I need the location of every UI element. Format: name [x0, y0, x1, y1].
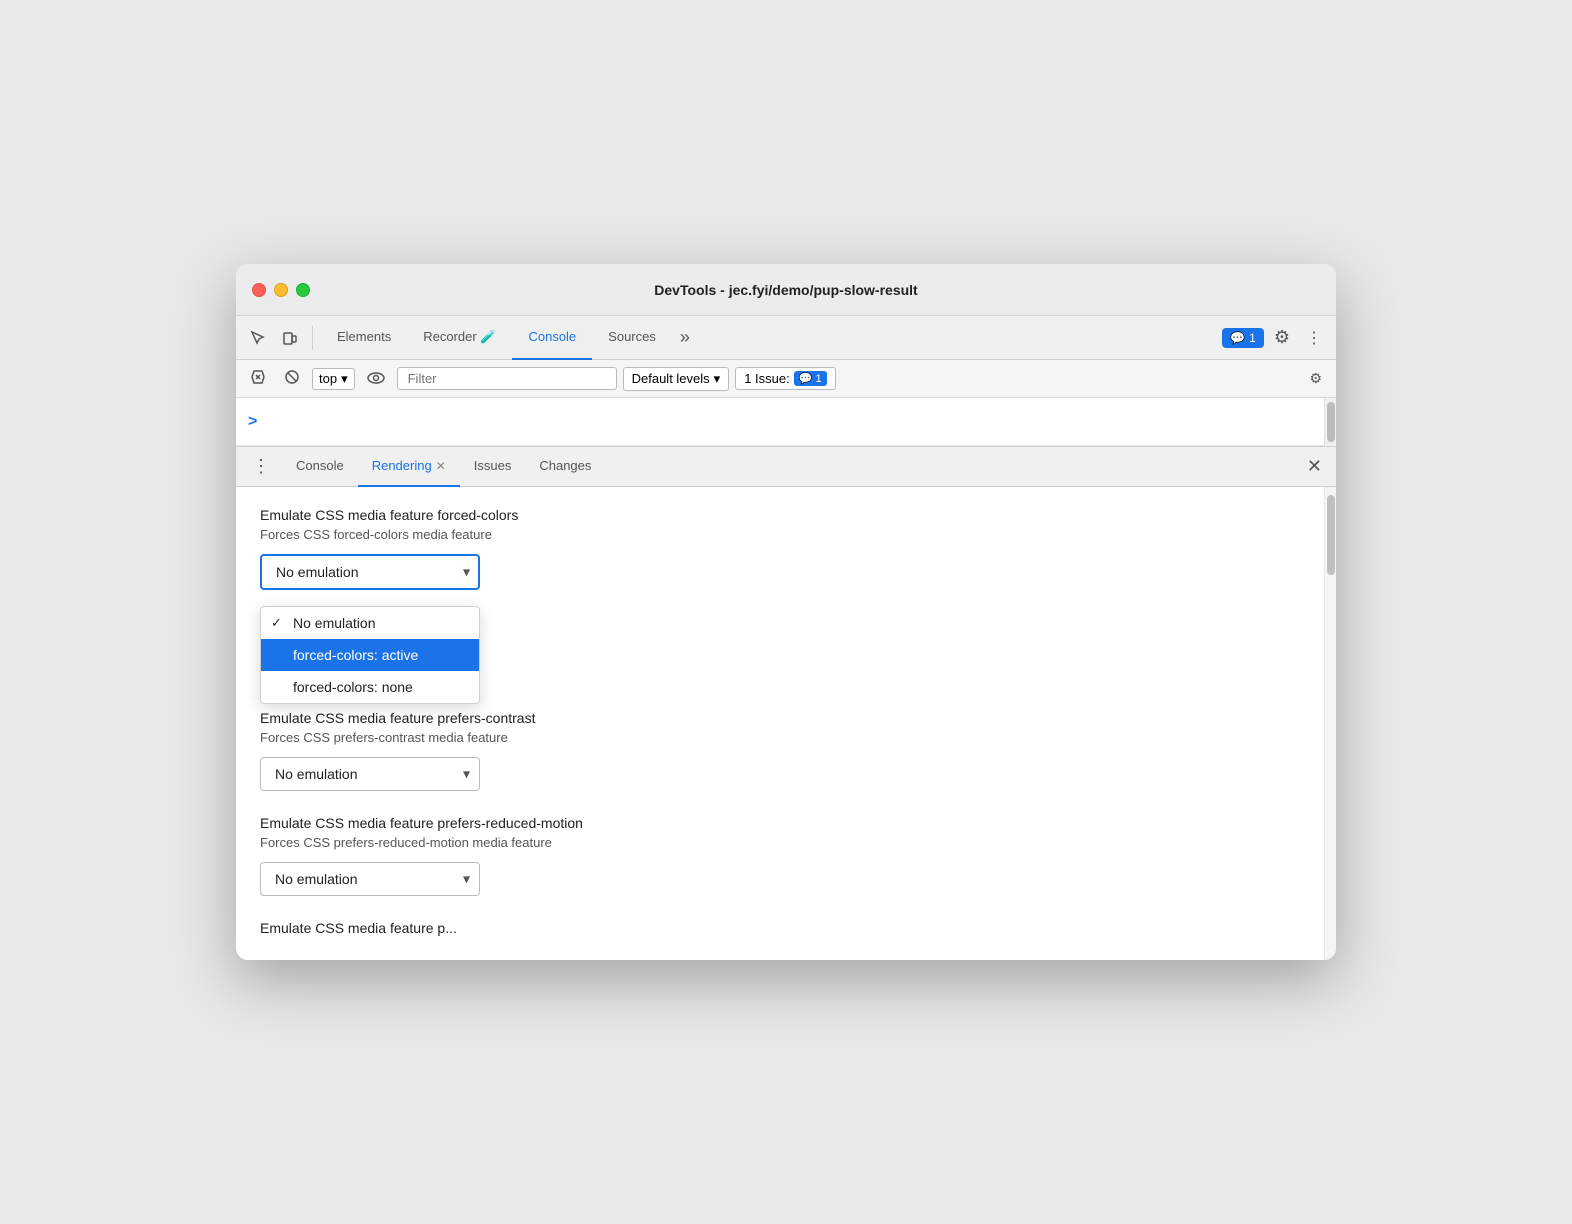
clear-console-button[interactable]	[244, 366, 272, 391]
forced-colors-select-wrapper: No emulation forced-colors: active force…	[260, 554, 480, 590]
settings-button[interactable]: ⚙	[1268, 323, 1296, 352]
console-prompt-area: >	[236, 398, 1324, 446]
inspect-element-button[interactable]	[244, 326, 272, 350]
panel-close-button[interactable]: ✕	[1301, 452, 1328, 481]
dropdown-option-no-emulation[interactable]: ✓ No emulation	[261, 607, 479, 639]
prefers-contrast-section: Emulate CSS media feature prefers-contra…	[260, 710, 1300, 791]
panel-tab-rendering[interactable]: Rendering ✕	[358, 447, 460, 487]
prefers-contrast-title: Emulate CSS media feature prefers-contra…	[260, 710, 1300, 726]
message-badge: 💬 1	[1222, 328, 1264, 348]
forced-colors-section: Emulate CSS media feature forced-colors …	[260, 507, 1300, 590]
tab-elements[interactable]: Elements	[321, 316, 407, 360]
tab-console[interactable]: Console	[512, 316, 592, 360]
forced-colors-desc: Forces CSS forced-colors media feature	[260, 527, 1300, 542]
top-scrollbar-thumb[interactable]	[1327, 402, 1335, 442]
minimize-button[interactable]	[274, 283, 288, 297]
prefers-reduced-motion-desc: Forces CSS prefers-reduced-motion media …	[260, 835, 1300, 850]
rendering-tab-close[interactable]: ✕	[436, 459, 446, 473]
more-options-button[interactable]: ⋮	[1300, 324, 1328, 352]
devtools-toolbar: Elements Recorder 🧪 Console Sources » 💬 …	[236, 316, 1336, 360]
close-button[interactable]	[252, 283, 266, 297]
forced-colors-title: Emulate CSS media feature forced-colors	[260, 507, 1300, 523]
no-icon-button[interactable]	[278, 366, 306, 391]
tab-sources[interactable]: Sources	[592, 316, 672, 360]
prefers-contrast-desc: Forces CSS prefers-contrast media featur…	[260, 730, 1300, 745]
eye-button[interactable]	[361, 368, 391, 390]
forced-colors-select[interactable]: No emulation forced-colors: active force…	[260, 554, 480, 590]
bottom-partial-section: Emulate CSS media feature p...	[260, 920, 1300, 936]
panel-more-button[interactable]: ⋮	[244, 452, 278, 481]
traffic-lights	[252, 283, 310, 297]
filter-input[interactable]	[397, 367, 617, 390]
prefers-reduced-motion-select[interactable]: No emulation	[260, 862, 480, 896]
forced-colors-dropdown: ✓ No emulation forced-colors: active for…	[260, 606, 480, 704]
panel-tab-issues[interactable]: Issues	[460, 447, 526, 487]
dropdown-option-forced-active[interactable]: forced-colors: active	[261, 639, 479, 671]
titlebar: DevTools - jec.fyi/demo/pup-slow-result	[236, 264, 1336, 316]
console-prompt-section: >	[236, 398, 1336, 446]
devtools-window: DevTools - jec.fyi/demo/pup-slow-result …	[236, 264, 1336, 960]
issues-badge: 1 Issue: 💬 1	[735, 367, 835, 390]
panel-tab-console[interactable]: Console	[282, 447, 358, 487]
top-scrollbar[interactable]	[1324, 398, 1336, 446]
panel-tab-changes[interactable]: Changes	[525, 447, 605, 487]
console-settings-button[interactable]: ⚙	[1303, 367, 1328, 390]
panel-scrollbar[interactable]	[1324, 487, 1336, 960]
dropdown-option-forced-none[interactable]: forced-colors: none	[261, 671, 479, 703]
window-title: DevTools - jec.fyi/demo/pup-slow-result	[654, 282, 917, 298]
panel-scrollbar-thumb[interactable]	[1327, 495, 1335, 575]
bottom-partial-title: Emulate CSS media feature p...	[260, 920, 1300, 936]
console-toolbar: top ▾ Default levels ▾ 1 Issue: 💬 1 ⚙	[236, 360, 1336, 398]
prefers-contrast-select-wrapper: No emulation ▾	[260, 757, 480, 791]
bottom-panel: ⋮ Console Rendering ✕ Issues Changes ✕	[236, 446, 1336, 960]
console-prompt-symbol: >	[248, 413, 257, 431]
tab-recorder[interactable]: Recorder 🧪	[407, 316, 512, 360]
prefers-contrast-select[interactable]: No emulation	[260, 757, 480, 791]
prefers-reduced-motion-select-wrapper: No emulation ▾	[260, 862, 480, 896]
context-selector[interactable]: top ▾	[312, 368, 355, 390]
default-levels-button[interactable]: Default levels ▾	[623, 367, 730, 391]
maximize-button[interactable]	[296, 283, 310, 297]
toolbar-divider-1	[312, 326, 313, 350]
rendering-scroll-area: Emulate CSS media feature forced-colors …	[236, 487, 1324, 960]
rendering-panel-content: Emulate CSS media feature forced-colors …	[236, 487, 1336, 960]
prefers-reduced-motion-section: Emulate CSS media feature prefers-reduce…	[260, 815, 1300, 896]
more-tabs-button[interactable]: »	[672, 325, 698, 350]
checkmark-icon: ✓	[271, 615, 282, 631]
main-tab-nav: Elements Recorder 🧪 Console Sources »	[321, 316, 698, 360]
panel-tabs: ⋮ Console Rendering ✕ Issues Changes ✕	[236, 447, 1336, 487]
prefers-reduced-motion-title: Emulate CSS media feature prefers-reduce…	[260, 815, 1300, 831]
issue-count: 💬 1	[794, 371, 827, 386]
device-toolbar-button[interactable]	[276, 326, 304, 350]
